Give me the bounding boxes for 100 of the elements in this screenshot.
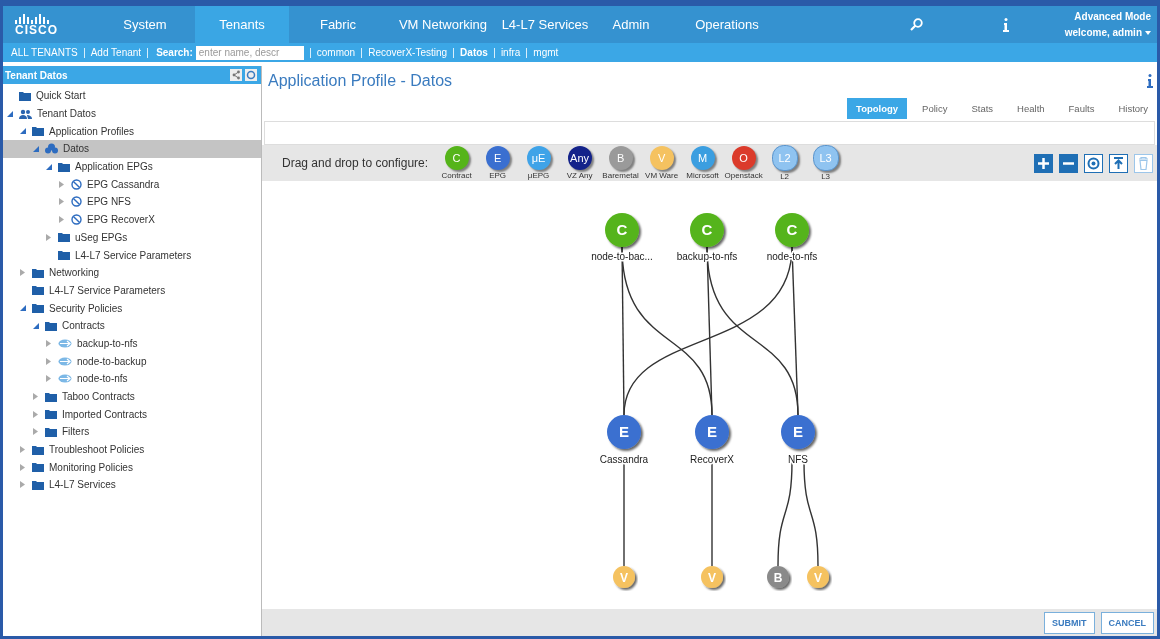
tree-row[interactable]: Datos <box>3 140 261 158</box>
expanded-arrow-icon[interactable] <box>20 305 26 312</box>
nav-tab[interactable]: Operations <box>671 6 783 43</box>
tree-row[interactable]: Quick Start <box>3 87 261 105</box>
node-token[interactable]: O <box>731 146 756 170</box>
tree-row[interactable]: Troubleshoot Policies <box>3 440 261 459</box>
nav-tab[interactable]: VM Networking <box>387 6 499 43</box>
folder-icon <box>45 409 57 420</box>
epg-node[interactable]: E <box>781 415 815 449</box>
nav-tab[interactable]: Fabric <box>289 6 387 43</box>
node-token[interactable]: M <box>690 146 715 170</box>
folder-icon <box>19 90 31 101</box>
tree-row[interactable]: Application EPGs <box>3 157 261 176</box>
expanded-arrow-icon[interactable] <box>33 145 39 152</box>
collapsed-arrow-icon[interactable] <box>46 233 52 241</box>
tree-row[interactable]: backup-to-nfs <box>3 334 261 353</box>
view-tab[interactable]: Stats <box>962 98 1003 119</box>
tree-label: Application EPGs <box>75 161 153 173</box>
folder-icon <box>58 250 70 261</box>
view-tab[interactable]: Topology <box>847 98 908 119</box>
node-token[interactable]: C <box>444 146 469 170</box>
tree-row[interactable]: EPG RecoverX <box>3 210 261 229</box>
tree-row[interactable]: Security Policies <box>3 299 261 317</box>
tree-row[interactable]: L4-L7 Services <box>3 476 261 494</box>
collapsed-arrow-icon[interactable] <box>46 375 52 383</box>
epg-node[interactable]: E <box>695 415 729 449</box>
user-menu[interactable]: welcome, admin <box>1064 27 1151 38</box>
tree-row[interactable]: node-to-backup <box>3 352 261 370</box>
tree-row[interactable]: Imported Contracts <box>3 405 261 424</box>
collapsed-arrow-icon[interactable] <box>33 410 39 418</box>
expanded-arrow-icon[interactable] <box>46 163 52 170</box>
node-token[interactable]: Any <box>567 146 592 170</box>
collapsed-arrow-icon[interactable] <box>20 463 26 471</box>
tree-row[interactable]: Contracts <box>3 316 261 335</box>
expanded-arrow-icon[interactable] <box>33 322 39 329</box>
info-icon[interactable] <box>1147 74 1153 88</box>
tenant-link[interactable]: infra <box>493 47 527 58</box>
add-icon[interactable] <box>1034 153 1053 173</box>
endpoint-node[interactable]: B <box>767 566 789 588</box>
tree-row[interactable]: Networking <box>3 263 261 282</box>
collapsed-arrow-icon[interactable] <box>46 339 52 347</box>
target-icon[interactable] <box>1084 153 1103 173</box>
tree-row[interactable]: node-to-nfs <box>3 370 261 388</box>
tenant-link[interactable]: Datos <box>453 47 494 58</box>
node-caption: VZ Any <box>566 171 593 180</box>
collapsed-arrow-icon[interactable] <box>59 180 65 188</box>
tree-row[interactable]: EPG NFS <box>3 193 261 211</box>
node-token[interactable]: E <box>485 146 510 170</box>
upload-icon[interactable] <box>1109 153 1128 173</box>
collapsed-arrow-icon[interactable] <box>33 428 39 436</box>
collapsed-arrow-icon[interactable] <box>59 216 65 224</box>
view-tab[interactable]: Health <box>1008 98 1054 119</box>
tree-row[interactable]: Monitoring Policies <box>3 458 261 477</box>
remove-icon[interactable] <box>1059 153 1078 173</box>
expanded-arrow-icon[interactable] <box>7 110 13 117</box>
nav-tab[interactable]: Admin <box>591 6 671 43</box>
tenant-link[interactable]: Add Tenant <box>83 47 148 58</box>
nav-tab[interactable]: L4-L7 Services <box>499 6 591 43</box>
tenant-link[interactable]: mgmt <box>526 47 565 58</box>
collapsed-arrow-icon[interactable] <box>20 269 26 277</box>
node-token[interactable]: B <box>608 146 633 170</box>
contract-node[interactable]: C <box>605 213 639 247</box>
folder-icon <box>58 232 70 243</box>
nav-tab[interactable]: System <box>95 6 195 43</box>
submit-button[interactable]: SUBMIT <box>1044 611 1095 634</box>
search-field[interactable]: enter name, descr <box>195 45 304 60</box>
cancel-button[interactable]: CANCEL <box>1100 611 1154 634</box>
tenant-link[interactable]: common <box>309 47 362 58</box>
epg-node[interactable]: E <box>607 415 641 449</box>
tenant-link[interactable]: ALL TENANTS <box>5 47 84 58</box>
search-icon[interactable] <box>909 18 923 31</box>
tenant-link[interactable]: RecoverX-Testing <box>361 47 454 58</box>
collapsed-arrow-icon[interactable] <box>33 393 39 401</box>
tree-label: EPG Cassandra <box>87 178 160 190</box>
tree-label: Quick Start <box>36 90 86 102</box>
collapsed-arrow-icon[interactable] <box>46 357 52 365</box>
collapsed-arrow-icon[interactable] <box>20 481 26 489</box>
tree-row[interactable]: Filters <box>3 423 261 441</box>
tree-row[interactable]: uSeg EPGs <box>3 228 261 247</box>
tree-row[interactable]: Tenant Datos <box>3 104 261 123</box>
contract-node[interactable]: C <box>690 213 724 247</box>
collapsed-arrow-icon[interactable] <box>59 198 65 206</box>
node-token[interactable]: μE <box>526 146 551 170</box>
view-tab[interactable]: History <box>1109 98 1157 119</box>
share-icon[interactable] <box>230 69 242 81</box>
trash-icon[interactable] <box>1134 153 1153 173</box>
view-tab[interactable]: Faults <box>1059 98 1104 119</box>
tree-row[interactable]: L4-L7 Service Parameters <box>3 281 261 300</box>
tree-row[interactable]: EPG Cassandra <box>3 175 261 194</box>
refresh-icon[interactable] <box>245 69 257 81</box>
tree-row[interactable]: Taboo Contracts <box>3 387 261 406</box>
expanded-arrow-icon[interactable] <box>20 128 26 135</box>
tree-row[interactable]: L4-L7 Service Parameters <box>3 246 261 264</box>
view-tab[interactable]: Policy <box>913 98 957 119</box>
nav-tab[interactable]: Tenants <box>195 6 289 43</box>
contract-icon <box>58 374 72 384</box>
info-icon[interactable] <box>1003 17 1009 32</box>
tree-row[interactable]: Application Profiles <box>3 122 261 141</box>
collapsed-arrow-icon[interactable] <box>20 446 26 454</box>
contract-node[interactable]: C <box>775 213 809 247</box>
